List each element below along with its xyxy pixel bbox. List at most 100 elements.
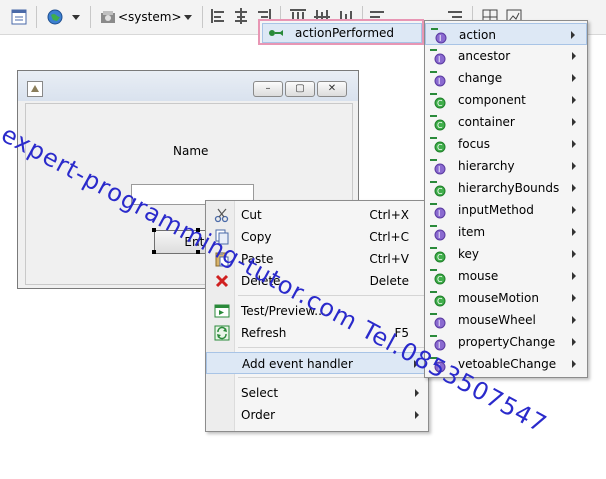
close-button[interactable]: ✕ <box>317 81 347 97</box>
menu-item-shortcut: Ctrl+X <box>369 208 409 222</box>
submenu-arrow-icon <box>572 294 576 302</box>
submenu-arrow-icon <box>572 74 576 82</box>
maximize-button[interactable]: ▢ <box>285 81 315 97</box>
align-left-icon[interactable] <box>210 8 226 24</box>
align-center-icon[interactable] <box>233 8 249 24</box>
globe-dropdown[interactable] <box>70 6 82 28</box>
class-icon: C <box>430 291 446 307</box>
event-item-label: hierarchyBounds <box>458 181 560 195</box>
event-item-label: container <box>458 115 515 129</box>
event-item-ancestor[interactable]: I ancestor <box>425 45 587 67</box>
event-item-label: component <box>458 93 526 107</box>
globe-icon[interactable] <box>44 6 66 28</box>
submenu-arrow-icon <box>572 184 576 192</box>
svg-text:I: I <box>438 209 440 218</box>
look-and-feel-icon <box>101 11 115 23</box>
submenu-arrow-icon <box>571 31 575 39</box>
event-item-component[interactable]: C component <box>425 89 587 111</box>
svg-text:I: I <box>438 319 440 328</box>
event-type-menu: I action I ancestor I change C component… <box>424 20 588 378</box>
menu-item-shortcut: Delete <box>369 274 409 288</box>
event-item-label: mouseMotion <box>458 291 539 305</box>
form-window-icon <box>27 81 43 97</box>
event-item-focus[interactable]: C focus <box>425 133 587 155</box>
submenu-arrow-icon <box>572 96 576 104</box>
event-item-propertyChange[interactable]: I propertyChange <box>425 331 587 353</box>
event-item-hierarchy[interactable]: I hierarchy <box>425 155 587 177</box>
menu-item-select[interactable]: Select <box>206 382 428 404</box>
menu-item-label: Add event handler <box>242 357 353 371</box>
form-icon[interactable] <box>8 6 30 28</box>
event-item-item[interactable]: I item <box>425 221 587 243</box>
event-item-label: ancestor <box>458 49 511 63</box>
svg-text:I: I <box>438 341 440 350</box>
class-icon: C <box>430 247 446 263</box>
menu-item-label: actionPerformed <box>295 26 395 40</box>
scissors-icon <box>214 208 229 223</box>
submenu-arrow-icon <box>572 250 576 258</box>
event-item-label: focus <box>458 137 491 151</box>
event-item-mouseMotion[interactable]: C mouseMotion <box>425 287 587 309</box>
menu-item-cut[interactable]: Cut Ctrl+X <box>206 204 428 226</box>
event-item-label: change <box>458 71 503 85</box>
submenu-arrow-icon <box>572 360 576 368</box>
look-and-feel-combo[interactable]: <system> <box>96 6 196 28</box>
svg-text:C: C <box>437 99 443 108</box>
event-item-label: action <box>459 28 496 42</box>
method-icon <box>269 30 283 36</box>
refresh-icon <box>214 325 230 341</box>
class-icon: C <box>430 137 446 153</box>
menu-item-label: Cut <box>241 208 262 222</box>
svg-text:C: C <box>437 297 443 306</box>
svg-text:I: I <box>438 77 440 86</box>
class-icon: C <box>430 93 446 109</box>
interface-icon: I <box>430 49 446 65</box>
class-icon: C <box>430 115 446 131</box>
event-item-container[interactable]: C container <box>425 111 587 133</box>
event-item-inputMethod[interactable]: I inputMethod <box>425 199 587 221</box>
submenu-arrow-icon <box>572 272 576 280</box>
event-item-action[interactable]: I action <box>425 23 587 45</box>
submenu-arrow-icon <box>572 52 576 60</box>
menu-item-shortcut: Ctrl+V <box>369 252 409 266</box>
minimize-button[interactable]: – <box>253 81 283 97</box>
event-item-label: item <box>458 225 486 239</box>
selection-handle[interactable] <box>152 250 156 254</box>
class-icon: C <box>430 181 446 197</box>
interface-icon: I <box>430 159 446 175</box>
interface-icon: I <box>430 225 446 241</box>
event-item-key[interactable]: C key <box>425 243 587 265</box>
menu-item-label: Select <box>241 386 279 400</box>
name-label: Name <box>173 144 209 158</box>
menu-item-order[interactable]: Order <box>206 404 428 426</box>
submenu-arrow-icon <box>572 338 576 346</box>
submenu-arrow-icon <box>572 228 576 236</box>
interface-icon: I <box>430 203 446 219</box>
event-item-hierarchyBounds[interactable]: C hierarchyBounds <box>425 177 587 199</box>
delete-icon <box>215 274 229 288</box>
preview-icon <box>214 304 230 318</box>
event-item-label: mouse <box>458 269 499 283</box>
interface-icon: I <box>430 313 446 329</box>
svg-text:C: C <box>437 253 443 262</box>
event-item-label: vetoableChange <box>458 357 557 371</box>
svg-text:C: C <box>437 143 443 152</box>
menu-item-label: Refresh <box>241 326 287 340</box>
event-item-mouse[interactable]: C mouse <box>425 265 587 287</box>
event-item-change[interactable]: I change <box>425 67 587 89</box>
event-item-label: inputMethod <box>458 203 534 217</box>
interface-icon: I <box>431 28 447 44</box>
submenu-arrow-icon <box>572 162 576 170</box>
interface-icon: I <box>430 71 446 87</box>
svg-text:C: C <box>437 275 443 284</box>
submenu-arrow-icon <box>572 118 576 126</box>
svg-text:I: I <box>438 55 440 64</box>
event-item-mouseWheel[interactable]: I mouseWheel <box>425 309 587 331</box>
event-item-label: key <box>458 247 480 261</box>
class-icon: C <box>430 269 446 285</box>
submenu-arrow-icon <box>572 140 576 148</box>
form-title-bar[interactable]: – ▢ ✕ <box>18 71 358 101</box>
svg-text:C: C <box>437 121 443 130</box>
menu-item-label: Copy <box>241 230 272 244</box>
action-submenu: actionPerformed <box>258 19 424 45</box>
